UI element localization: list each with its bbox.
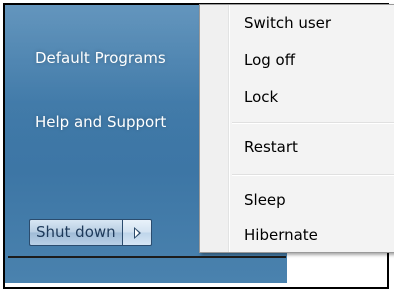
restart-menu-item[interactable]: Restart (244, 138, 298, 156)
desktop-background (287, 250, 387, 283)
shut-down-button[interactable]: Shut down (29, 219, 122, 246)
menu-separator (232, 174, 394, 176)
switch-user-menu-item[interactable]: Switch user (244, 14, 331, 32)
power-options-menu: Switch user Log off Lock Restart Sleep H… (199, 4, 394, 253)
taskbar-edge (8, 256, 286, 258)
hibernate-menu-item[interactable]: Hibernate (244, 226, 318, 244)
help-and-support-link[interactable]: Help and Support (35, 113, 166, 131)
lock-menu-item[interactable]: Lock (244, 88, 278, 106)
shutdown-button-group: Shut down (29, 219, 152, 246)
sleep-menu-item[interactable]: Sleep (244, 191, 286, 209)
menu-separator (232, 122, 394, 124)
log-off-menu-item[interactable]: Log off (244, 51, 295, 69)
arrow-right-icon (133, 227, 141, 239)
menu-icon-gutter (200, 5, 228, 252)
default-programs-link[interactable]: Default Programs (35, 49, 166, 67)
shutdown-options-button[interactable] (121, 219, 152, 246)
menu-gutter-divider (228, 5, 230, 252)
